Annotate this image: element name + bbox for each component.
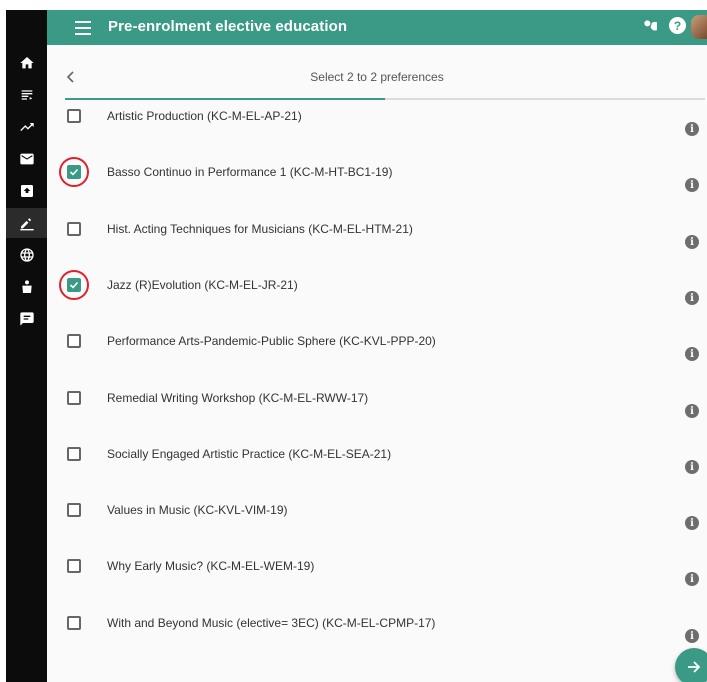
trending-icon[interactable] [6, 112, 47, 142]
info-icon[interactable]: i [685, 404, 699, 418]
preferences-panel: Select 2 to 2 preferences Artistic Produ… [47, 45, 707, 682]
avatar[interactable] [691, 15, 707, 39]
next-button[interactable] [675, 648, 707, 682]
option-label: With and Beyond Music (elective= 3EC) (K… [107, 616, 436, 630]
option-row[interactable]: Basso Continuo in Performance 1 (KC-M-HT… [47, 157, 707, 215]
info-icon[interactable]: i [685, 629, 699, 643]
option-row[interactable]: Artistic Production (KC-M-EL-AP-21) i [47, 103, 707, 159]
option-label: Jazz (R)Evolution (KC-M-EL-JR-21) [107, 278, 298, 292]
side-rail [6, 10, 47, 682]
info-icon[interactable]: i [685, 235, 699, 249]
option-label: Values in Music (KC-KVL-VIM-19) [107, 503, 288, 517]
info-icon[interactable]: i [685, 572, 699, 586]
option-row[interactable]: Remedial Writing Workshop (KC-M-EL-RWW-1… [47, 385, 707, 441]
option-label: Basso Continuo in Performance 1 (KC-M-HT… [107, 165, 393, 179]
option-row[interactable]: Hist. Acting Techniques for Musicians (K… [47, 216, 707, 272]
info-icon[interactable]: i [685, 122, 699, 136]
option-row[interactable]: Performance Arts-Pandemic-Public Sphere … [47, 328, 707, 384]
option-row[interactable]: Jazz (R)Evolution (KC-M-EL-JR-21) i [47, 270, 707, 328]
option-row[interactable]: Why Early Music? (KC-M-EL-WEM-19) i [47, 553, 707, 609]
progress-bar [65, 98, 705, 100]
option-row[interactable]: Socially Engaged Artistic Practice (KC-M… [47, 441, 707, 497]
search-icon[interactable] [641, 17, 660, 35]
feedback-icon[interactable] [6, 304, 47, 334]
info-icon[interactable]: i [685, 291, 699, 305]
checkbox-checked[interactable] [67, 165, 81, 179]
menu-icon[interactable] [73, 18, 93, 38]
option-label: Performance Arts-Pandemic-Public Sphere … [107, 334, 436, 348]
option-label: Artistic Production (KC-M-EL-AP-21) [107, 109, 302, 123]
option-label: Socially Engaged Artistic Practice (KC-M… [107, 447, 392, 461]
checkbox[interactable] [67, 503, 81, 517]
step-subtitle: Select 2 to 2 preferences [310, 70, 444, 84]
checkbox[interactable] [67, 109, 81, 123]
info-icon[interactable]: i [685, 178, 699, 192]
checkbox[interactable] [67, 616, 81, 630]
checkbox[interactable] [67, 334, 81, 348]
edit-icon[interactable] [6, 208, 47, 238]
arrow-right-icon [688, 661, 701, 673]
inbox-icon[interactable] [6, 176, 47, 206]
option-label: Remedial Writing Workshop (KC-M-EL-RWW-1… [107, 391, 369, 405]
home-icon[interactable] [6, 48, 47, 78]
progress-fill [65, 98, 385, 100]
mail-icon[interactable] [6, 144, 47, 174]
cases-icon[interactable] [6, 272, 47, 302]
option-label: Hist. Acting Techniques for Musicians (K… [107, 222, 413, 236]
help-icon[interactable]: ? [669, 17, 686, 34]
app-bar: Pre-enrolment elective education ? [47, 10, 707, 45]
back-chevron-icon[interactable] [63, 70, 77, 84]
info-icon[interactable]: i [685, 347, 699, 361]
option-row[interactable]: Values in Music (KC-KVL-VIM-19) i [47, 497, 707, 553]
checkbox[interactable] [67, 447, 81, 461]
option-label: Why Early Music? (KC-M-EL-WEM-19) [107, 559, 315, 573]
globe-icon[interactable] [6, 240, 47, 270]
checkbox-checked[interactable] [67, 278, 81, 292]
app-window: Pre-enrolment elective education ? Selec… [0, 0, 707, 682]
checkbox[interactable] [67, 222, 81, 236]
list-icon[interactable] [6, 80, 47, 110]
info-icon[interactable]: i [685, 460, 699, 474]
option-row[interactable]: With and Beyond Music (elective= 3EC) (K… [47, 610, 707, 666]
info-icon[interactable]: i [685, 516, 699, 530]
checkbox[interactable] [67, 559, 81, 573]
app-title: Pre-enrolment elective education [108, 18, 348, 35]
checkbox[interactable] [67, 391, 81, 405]
